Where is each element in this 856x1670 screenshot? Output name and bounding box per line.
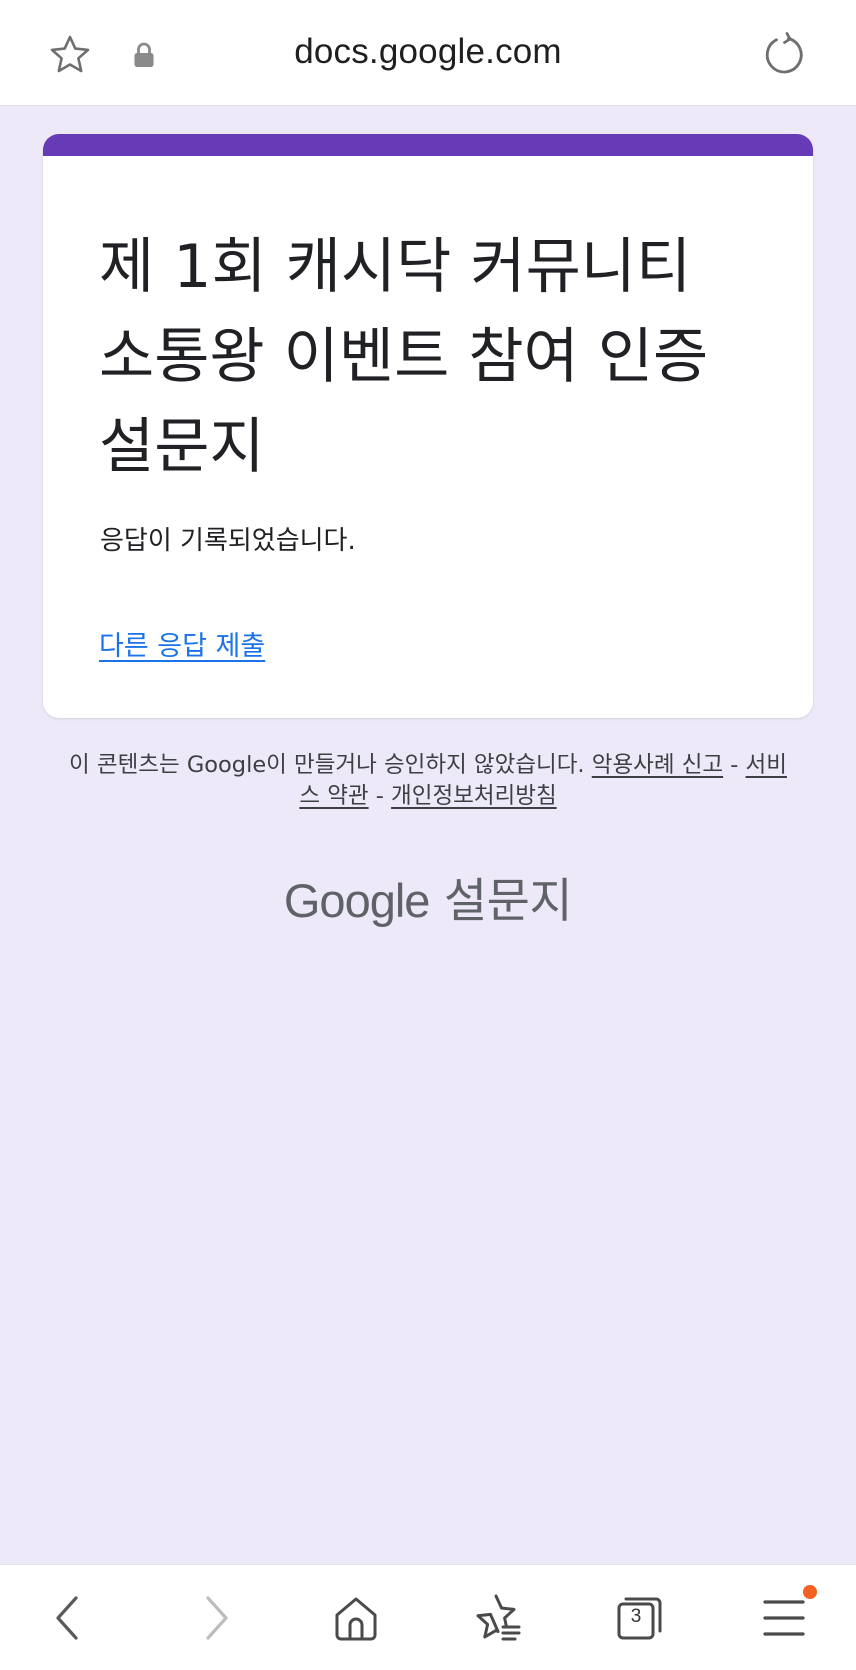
form-confirmation-card: 제 1회 캐시닥 커뮤니티 소통왕 이벤트 참여 인증 설문지 응답이 기록되었… (43, 134, 813, 718)
back-icon[interactable] (42, 1591, 96, 1645)
notification-dot (803, 1585, 817, 1599)
brand-google-text: Google (283, 874, 431, 927)
link-separator: - (730, 752, 739, 778)
forward-icon[interactable] (188, 1591, 242, 1645)
bookmarks-icon[interactable] (469, 1591, 523, 1645)
footer-disclaimer: 이 콘텐츠는 Google이 만들거나 승인하지 않았습니다. 악용사례 신고 … (60, 750, 796, 812)
menu-icon[interactable] (757, 1591, 811, 1645)
submit-another-response-link[interactable]: 다른 응답 제출 (99, 624, 265, 663)
report-abuse-link[interactable]: 악용사례 신고 (592, 752, 723, 778)
home-icon[interactable] (329, 1591, 383, 1645)
form-title: 제 1회 캐시닥 커뮤니티 소통왕 이벤트 참여 인증 설문지 (99, 232, 709, 482)
address-bar-url[interactable]: docs.google.com (0, 32, 856, 72)
google-forms-logo: Google 설문지 (0, 862, 856, 931)
tab-count: 3 (630, 1606, 642, 1627)
link-separator: - (375, 783, 384, 809)
reload-icon[interactable] (760, 30, 808, 78)
tabs-button[interactable]: 3 (612, 1591, 666, 1645)
browser-top-bar: docs.google.com (0, 0, 856, 106)
browser-bottom-nav: 3 (0, 1564, 856, 1670)
brand-product-text: 설문지 (443, 874, 573, 929)
response-recorded-message: 응답이 기록되었습니다. (100, 526, 356, 556)
privacy-policy-link[interactable]: 개인정보처리방침 (391, 783, 557, 809)
disclaimer-text: 이 콘텐츠는 Google이 만들거나 승인하지 않았습니다. (69, 752, 585, 778)
form-accent-bar (43, 134, 813, 156)
